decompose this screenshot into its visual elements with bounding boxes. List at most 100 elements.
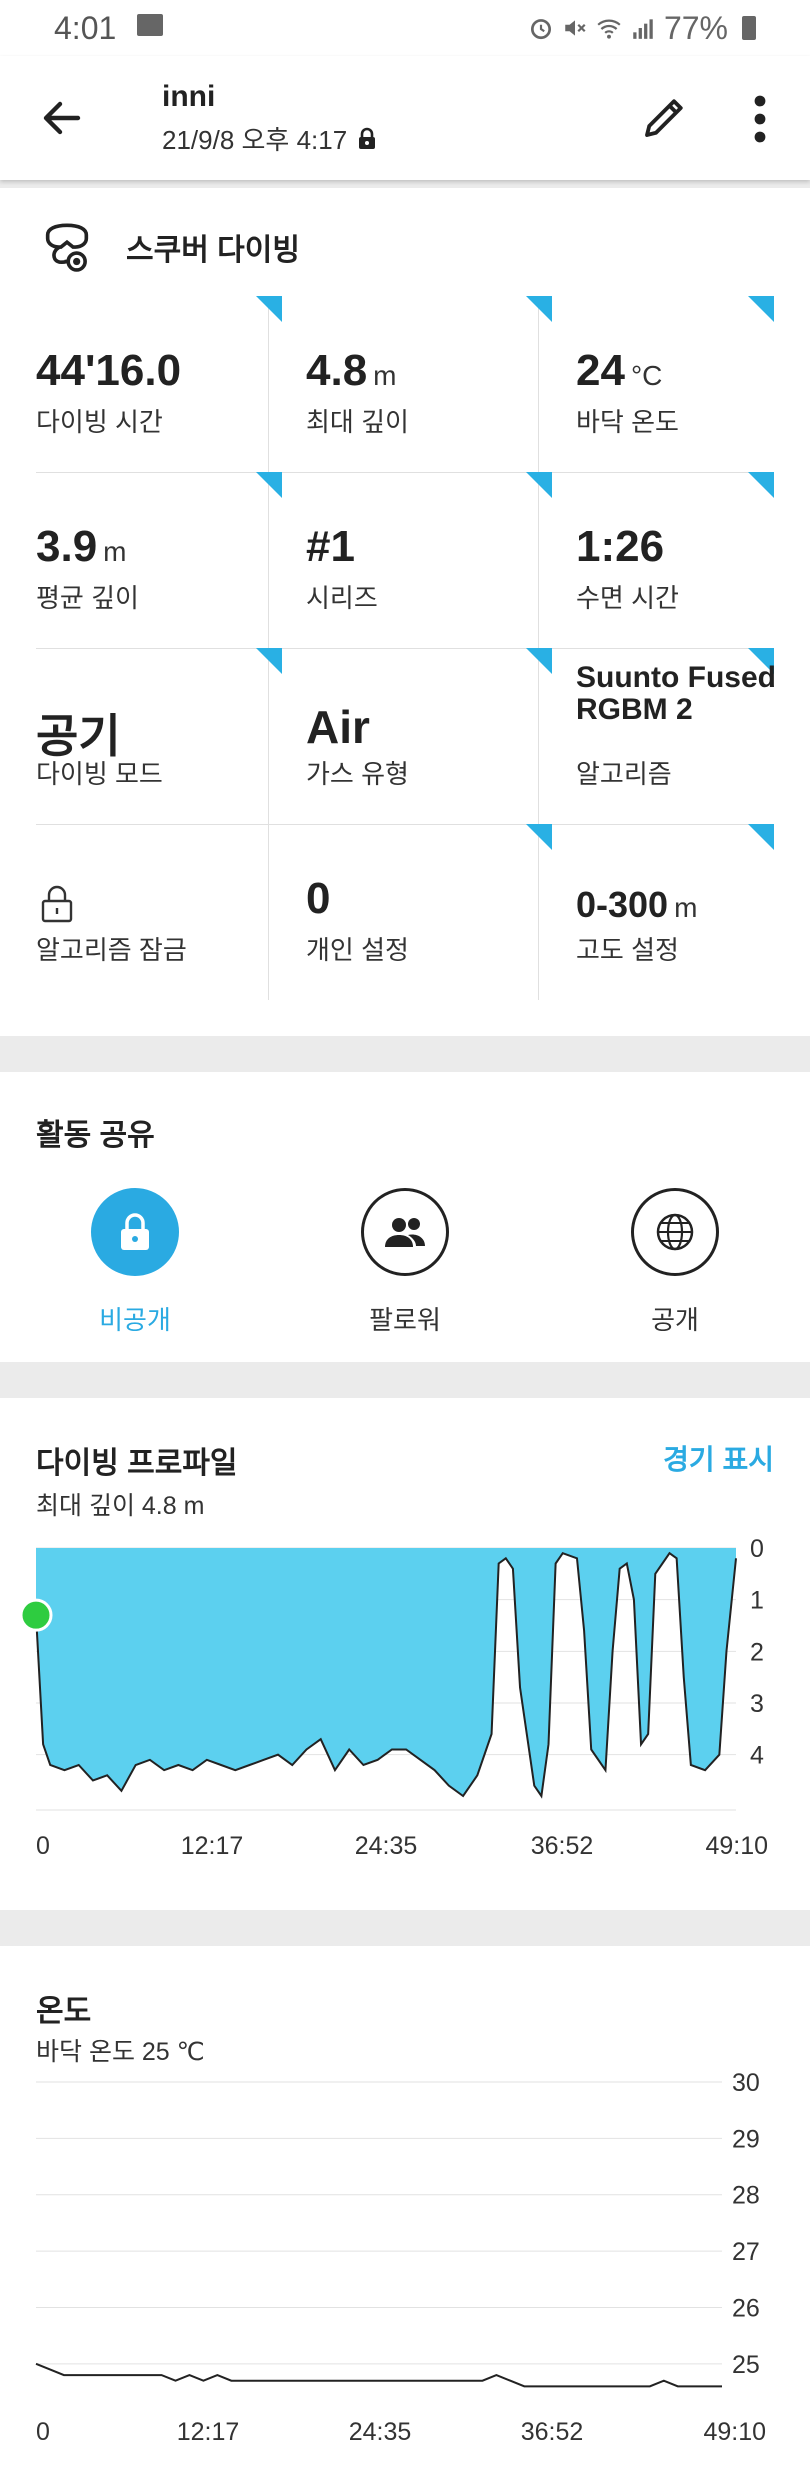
status-time: 4:01 xyxy=(54,10,117,46)
depth-y-tick-label: 0 xyxy=(750,1535,764,1563)
stat-series[interactable]: #1 시리즈 xyxy=(306,472,552,648)
sport-header: 스쿠버 다이빙 xyxy=(38,218,300,276)
stat-value: 0-300 m xyxy=(576,884,698,925)
share-private-button[interactable] xyxy=(91,1188,179,1276)
datetime-text: 21/9/8 오후 4:17 xyxy=(162,125,348,155)
stat-corner-marker xyxy=(526,296,552,322)
depth-y-tick-label: 4 xyxy=(750,1742,764,1770)
dive-profile-card: 다이빙 프로파일 경기 표시 최대 깊이 4.8 m 0 1 2 3 4 0 12:17 24… xyxy=(0,1398,810,1910)
stat-label: 바닥 온도 xyxy=(576,407,679,437)
stat-value: 1:26 xyxy=(576,522,665,571)
stat-dive-mode[interactable]: 공기 다이빙 모드 xyxy=(36,648,282,824)
stat-value: 3.9 m xyxy=(36,522,127,571)
share-option-private[interactable]: 비공개 xyxy=(55,1188,215,1337)
stat-algorithm-lock[interactable]: 알고리즘 잠금 xyxy=(36,824,282,1000)
stat-corner-marker xyxy=(526,472,552,498)
share-option-label: 공개 xyxy=(651,1305,699,1335)
stat-gas-type[interactable]: Air 가스 유형 xyxy=(306,648,552,824)
gallery-notification-icon xyxy=(137,14,163,36)
app-bar: inni 21/9/8 오후 4:17 xyxy=(0,56,810,180)
stat-surface-time[interactable]: 1:26 수면 시간 xyxy=(576,472,774,648)
stat-value: 0 xyxy=(306,874,331,923)
stat-value: 4.8 m xyxy=(306,346,397,395)
temp-x-tick-label: 12:17 xyxy=(177,2418,240,2446)
stat-corner-marker xyxy=(256,648,282,674)
temperature-chart[interactable]: 30 29 28 27 26 25 0 12:17 24:35 36:52 49:10 xyxy=(0,2056,810,2476)
temperature-title: 온도 xyxy=(36,1995,92,2028)
temp-y-tick-label: 26 xyxy=(732,2294,760,2322)
private-lock-icon xyxy=(359,127,376,149)
temp-y-tick-label: 25 xyxy=(732,2351,760,2379)
depth-x-tick-label: 0 xyxy=(36,1832,50,1860)
stat-label: 알고리즘 xyxy=(576,759,672,789)
temp-y-tick-label: 28 xyxy=(732,2182,760,2210)
signal-icon xyxy=(633,19,653,39)
stat-corner-marker xyxy=(748,824,774,850)
stat-corner-marker xyxy=(256,472,282,498)
depth-x-tick-label: 49:10 xyxy=(705,1832,768,1860)
share-option-label: 비공개 xyxy=(99,1305,171,1335)
share-option-label: 팔로워 xyxy=(369,1305,441,1335)
temp-y-tick-label: 27 xyxy=(732,2238,760,2266)
depth-x-tick-label: 36:52 xyxy=(531,1832,594,1860)
stat-personal-setting[interactable]: 0 개인 설정 xyxy=(306,824,552,1000)
depth-x-tick-label: 12:17 xyxy=(181,1832,244,1860)
depth-x-tick-label: 24:35 xyxy=(355,1832,418,1860)
stat-corner-marker xyxy=(526,648,552,674)
status-icons: 77% xyxy=(528,8,756,48)
profile-title: 다이빙 프로파일 xyxy=(36,1447,238,1480)
sport-name: 스쿠버 다이빙 xyxy=(126,234,300,267)
share-followers-button[interactable] xyxy=(361,1188,449,1276)
lock-icon xyxy=(121,1213,149,1250)
stat-corner-marker xyxy=(526,824,552,850)
dive-summary-card: 스쿠버 다이빙 44'16.0 다이빙 시간 4.8 m 최대 깊이 24 °C 바… xyxy=(0,188,810,1036)
depth-y-tick-label: 3 xyxy=(750,1690,764,1718)
stat-algorithm[interactable]: Suunto Fused RGBM 2 알고리즘 xyxy=(576,648,776,824)
share-option-followers[interactable]: 팔로워 xyxy=(325,1188,485,1337)
stat-label: 가스 유형 xyxy=(306,759,409,789)
stat-avg-depth[interactable]: 3.9 m 평균 깊이 xyxy=(36,472,282,648)
stat-label: 시리즈 xyxy=(306,583,378,613)
back-arrow-icon[interactable] xyxy=(38,94,86,142)
stat-label: 최대 깊이 xyxy=(306,407,409,437)
share-option-public[interactable]: 공개 xyxy=(595,1188,755,1337)
stat-label: 개인 설정 xyxy=(306,935,409,965)
share-public-button[interactable] xyxy=(631,1188,719,1276)
stat-label: 다이빙 모드 xyxy=(36,759,163,789)
stat-value: Air xyxy=(306,701,370,753)
status-bar: 4:01 77% xyxy=(0,0,810,56)
stat-corner-marker xyxy=(748,472,774,498)
mute-icon xyxy=(565,20,586,36)
followers-icon xyxy=(385,1218,425,1247)
share-title: 활동 공유 xyxy=(36,1119,155,1152)
scuba-diving-icon xyxy=(45,223,89,272)
depth-y-tick-label: 2 xyxy=(750,1638,764,1666)
alarm-icon xyxy=(530,19,551,40)
depth-profile-chart[interactable]: 0 1 2 3 4 0 12:17 24:35 36:52 49:10 xyxy=(0,1510,810,1910)
lock-outline-icon xyxy=(41,885,73,923)
temp-x-tick-label: 0 xyxy=(36,2418,50,2446)
stat-max-depth[interactable]: 4.8 m 최대 깊이 xyxy=(306,296,552,472)
temp-x-tick-label: 36:52 xyxy=(521,2418,584,2446)
globe-icon xyxy=(656,1213,694,1251)
temp-x-tick-label: 24:35 xyxy=(349,2418,412,2446)
wifi-icon xyxy=(597,19,621,39)
dive-start-marker[interactable] xyxy=(19,1598,53,1632)
stat-value: Suunto Fused RGBM 2 xyxy=(576,661,776,726)
stat-dive-time[interactable]: 44'16.0 다이빙 시간 xyxy=(36,296,282,472)
stat-value: #1 xyxy=(306,522,355,571)
stat-altitude-setting[interactable]: 0-300 m 고도 설정 xyxy=(576,824,774,1000)
show-workout-link[interactable]: 경기 표시 xyxy=(663,1438,774,1478)
share-card: 활동 공유 비공개 팔로워 공개 xyxy=(0,1072,810,1362)
temperature-card: 온도 바닥 온도 25 ℃ 30 29 28 27 26 25 0 12:17 24:35 36:… xyxy=(0,1946,810,2491)
temp-y-tick-label: 29 xyxy=(732,2125,760,2153)
user-name: inni xyxy=(162,80,216,113)
stat-label: 수면 시간 xyxy=(576,583,679,613)
stat-value: 44'16.0 xyxy=(36,346,182,395)
edit-pencil-icon[interactable] xyxy=(638,90,692,144)
stat-value: 24 °C xyxy=(576,346,663,395)
stat-bottom-temp[interactable]: 24 °C 바닥 온도 xyxy=(576,296,774,472)
more-options-icon[interactable] xyxy=(744,92,776,146)
temp-series-line xyxy=(35,2362,722,2388)
temp-x-tick-label: 49:10 xyxy=(703,2418,766,2446)
